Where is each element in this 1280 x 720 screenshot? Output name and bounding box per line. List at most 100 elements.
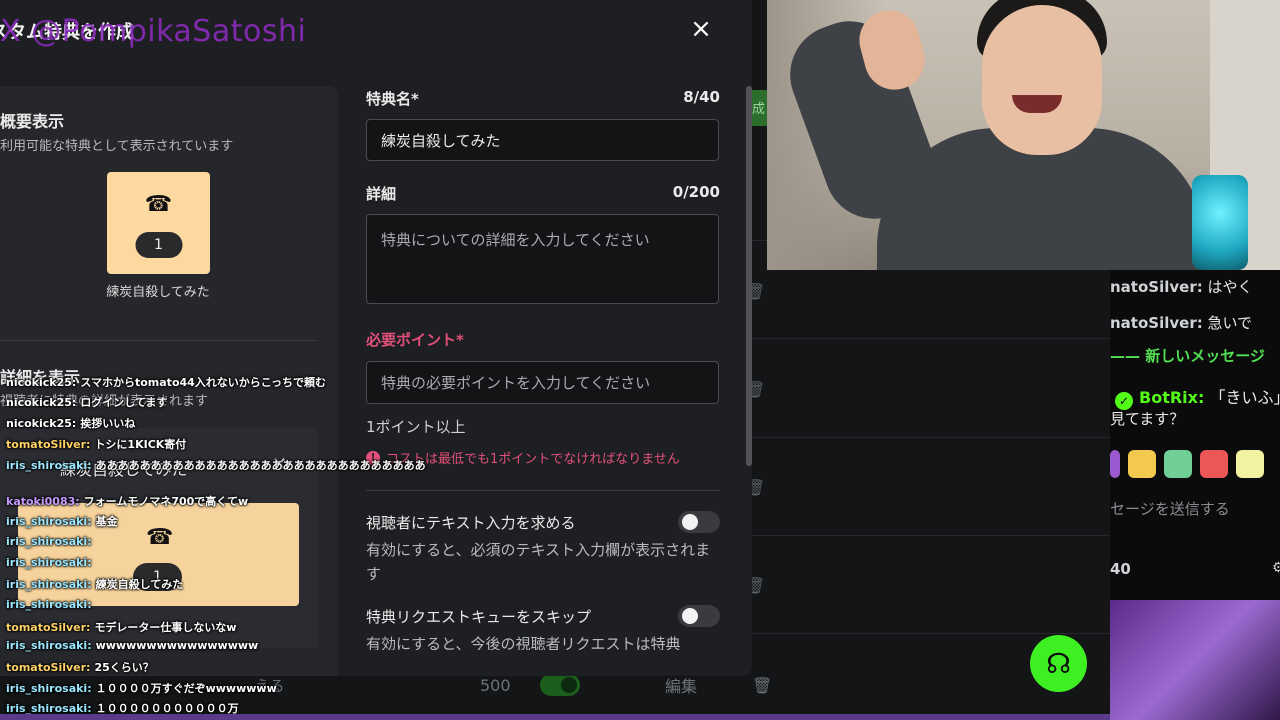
background-tab: 成	[752, 90, 768, 126]
points-error-text: コストは最低でも1ポイントでなければなりません	[386, 452, 680, 467]
divider	[0, 340, 318, 341]
chat-username[interactable]: natoSilver:	[1110, 314, 1203, 332]
overlay-chat-text: トシに1KICK寄付	[94, 438, 187, 451]
overlay-chat-text: フォームモノマネ700で高くてw	[83, 495, 249, 508]
overlay-chat-line: iris_shirosaki: 基金	[6, 513, 118, 529]
skip-queue-toggle-desc: 有効にすると、今後の視聴者リクエストは特典	[366, 635, 681, 650]
reward-preview-card: ☎ 1	[107, 172, 210, 274]
divider	[745, 338, 1110, 339]
overlay-chat-line: iris_shirosaki: あああああああああああああああああああああああああ…	[6, 457, 426, 473]
overlay-chat-username: iris_shirosaki:	[6, 639, 92, 652]
overlay-chat-line: tomatoSilver: モデレーター仕事しないなw	[6, 619, 237, 635]
overlay-chat-username: nicokick25:	[6, 376, 77, 389]
skip-queue-toggle[interactable]	[678, 605, 720, 627]
divider	[366, 490, 720, 491]
overlay-chat-line: iris_shirosaki:	[6, 535, 96, 548]
gift-icon: ☎	[146, 525, 174, 550]
overlay-chat-line: iris_shirosaki:	[6, 556, 96, 569]
name-label: 特典名*	[366, 90, 419, 108]
chat-text: はやく	[1207, 278, 1253, 296]
divider	[745, 633, 1110, 634]
new-messages-divider[interactable]: —— 新しいメッセージ	[1110, 345, 1265, 366]
create-reward-modal: スタム特典を作成 X @PompikaSatoshi × 概要表示 利用可能な特…	[0, 0, 752, 676]
reward-row-text: える	[255, 676, 285, 695]
screen: 成 🗑 🗑 🗑 🗑 える 500 編集 🗑 スタム特典を作成 X @Pompik…	[0, 0, 1280, 720]
overlay-chat-line: nicokick25: スマホからtomato44入れないからこっちで頼む	[6, 374, 326, 390]
points-input[interactable]: 特典の必要ポイントを入力してください	[366, 361, 719, 404]
bot-username[interactable]: BotRix:	[1139, 388, 1204, 407]
support-button[interactable]: ☊	[1030, 635, 1087, 692]
reward-row-toggle[interactable]	[540, 674, 580, 696]
overlay-chat-text: 挨拶いいね	[80, 417, 136, 430]
overlay-chat-username: nicokick25:	[6, 396, 77, 409]
gift-icon: ☎	[144, 192, 173, 217]
overlay-chat-username: iris_shirosaki:	[6, 535, 92, 548]
overlay-chat-text: １００００万すぐだぞwwwwwww	[95, 682, 277, 695]
divider	[745, 535, 1110, 536]
chat-message: natoSilver: 急いで	[1110, 312, 1252, 333]
overlay-chat-username: iris_shirosaki:	[6, 459, 92, 472]
person-face	[982, 5, 1102, 155]
overview-subtitle: 利用可能な特典として表示されています	[0, 139, 234, 154]
detail-textarea[interactable]: 特典についての詳細を入力してください	[366, 214, 719, 304]
overlay-chat-text: 25くらい？	[94, 661, 154, 674]
overlay-chat-username: nicokick25:	[6, 417, 77, 430]
overlay-chat-text: wwwwwwwwwwwwwwww	[95, 639, 259, 652]
chat-input[interactable]: セージを送信する	[1110, 498, 1280, 519]
text-input-toggle[interactable]	[678, 511, 720, 533]
overlay-chat-line: nicokick25: ログインしてます	[6, 394, 167, 410]
text-input-toggle-label: 視聴者にテキスト入力を求める	[366, 514, 576, 532]
detail-char-count: 0/200	[672, 183, 720, 201]
gear-icon[interactable]: ⚙	[1272, 560, 1280, 576]
overview-title: 概要表示	[0, 112, 65, 131]
points-badge: 1	[135, 232, 182, 258]
lamp	[1192, 175, 1248, 270]
reward-row-edit[interactable]: 編集	[665, 673, 697, 697]
webcam-feed	[767, 0, 1280, 270]
emote-icon[interactable]	[1164, 450, 1192, 478]
stream-frame-edge	[0, 714, 1110, 720]
chat-username[interactable]: natoSilver:	[1110, 278, 1203, 296]
overlay-chat-line: tomatoSilver: 25くらい？	[6, 659, 154, 675]
overlay-chat-text: 練炭自殺してみた	[95, 578, 184, 591]
modal-scrollbar[interactable]	[746, 86, 752, 466]
overlay-chat-line: iris_shirosaki: 練炭自殺してみた	[6, 576, 183, 592]
overlay-chat-username: katoki0083:	[6, 495, 80, 508]
points-helper: 1ポイント以上	[366, 418, 466, 436]
overlay-chat-line: nicokick25: 挨拶いいね	[6, 415, 135, 431]
overlay-chat-line: iris_shirosaki:	[6, 598, 96, 611]
points-label: 必要ポイント*	[366, 331, 464, 349]
overlay-chat-line: katoki0083: フォームモノマネ700で高くてw	[6, 493, 248, 509]
watermark: X @PompikaSatoshi	[0, 14, 307, 49]
overlay-chat-username: iris_shirosaki:	[6, 556, 92, 569]
close-button[interactable]: ×	[686, 14, 716, 44]
overlay-chat-text: スマホからtomato44入れないからこっちで頼む	[80, 376, 327, 389]
emote-icon[interactable]	[1110, 450, 1120, 478]
name-input[interactable]: 練炭自殺してみた	[366, 119, 719, 161]
overlay-chat-username: tomatoSilver:	[6, 661, 91, 674]
emote-icon[interactable]	[1128, 450, 1156, 478]
chat-panel: natoSilver: はやく natoSilver: 急いで —— 新しいメッ…	[1110, 270, 1280, 600]
detail-label: 詳細	[366, 185, 397, 203]
bot-text: 「きいふ」	[1209, 388, 1280, 407]
bot-message: ✓BotRix: 「きいふ」	[1115, 384, 1280, 410]
overlay-chat-username: iris_shirosaki:	[6, 515, 92, 528]
overlay-chat-username: tomatoSilver:	[6, 438, 91, 451]
overlay-chat-text: 基金	[95, 515, 118, 528]
trash-icon[interactable]: 🗑	[752, 676, 772, 695]
text-input-toggle-desc: 有効にすると、必須のテキスト入力欄が表示されます	[366, 541, 711, 583]
emote-icon[interactable]	[1236, 450, 1264, 478]
overlay-chat-text: モデレーター仕事しないなw	[94, 621, 237, 634]
name-char-count: 8/40	[683, 88, 720, 106]
overlay-chat-username: iris_shirosaki:	[6, 578, 92, 591]
chat-text: 急いで	[1207, 314, 1253, 332]
emote-icon[interactable]	[1200, 450, 1228, 478]
skip-queue-toggle-label: 特典リクエストキューをスキップ	[366, 608, 592, 626]
overlay-chat-text: ああああああああああああああああああああああああああああああ	[95, 459, 426, 472]
overlay-chat-line: iris_shirosaki: wwwwwwwwwwwwwwww	[6, 639, 258, 652]
overlay-chat-username: iris_shirosaki:	[6, 598, 92, 611]
chat-points-count: 40	[1110, 560, 1131, 578]
reward-row-points: 500	[480, 675, 511, 695]
overlay-chat-line: iris_shirosaki: １００００万すぐだぞwwwwwww	[6, 680, 277, 696]
bot-text-continued: 見てます？	[1110, 410, 1185, 428]
